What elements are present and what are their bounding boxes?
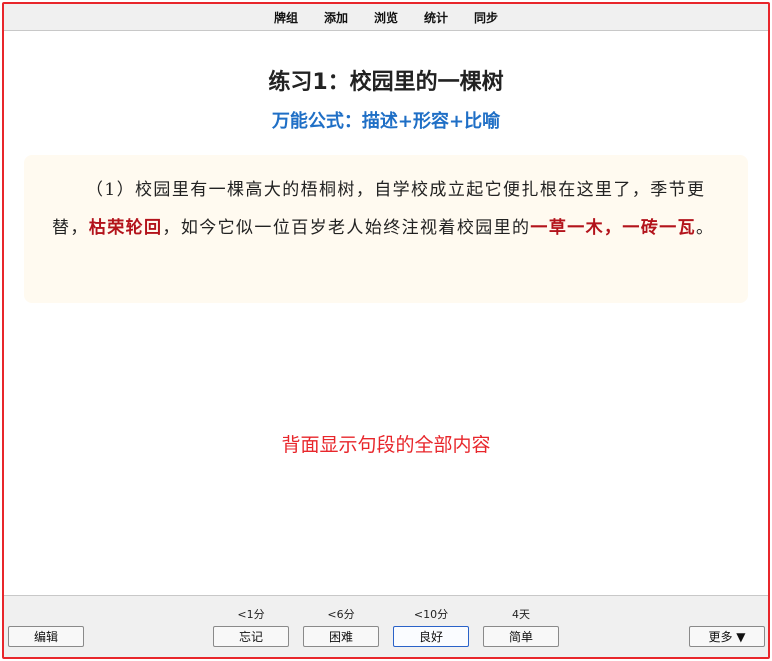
hard-button[interactable]: 困难 bbox=[303, 626, 379, 647]
passage-text: （1）校园里有一棵高大的梧桐树，自学校成立起它便扎根在这里了，季节更替，枯荣轮回… bbox=[52, 171, 720, 247]
more-button[interactable]: 更多 ▼ bbox=[689, 626, 765, 647]
passage-box: （1）校园里有一棵高大的梧桐树，自学校成立起它便扎根在这里了，季节更替，枯荣轮回… bbox=[24, 155, 748, 303]
interval-again: <1分 bbox=[237, 608, 265, 621]
passage-part-2: ，如今它似一位百岁老人始终注视着校园里的 bbox=[162, 218, 531, 238]
good-button[interactable]: 良好 bbox=[393, 626, 469, 647]
passage-highlight-2: 一草一木，一砖一瓦 bbox=[530, 218, 697, 238]
menu-add[interactable]: 添加 bbox=[311, 9, 361, 26]
interval-good: <10分 bbox=[413, 608, 449, 621]
menu-stats[interactable]: 统计 bbox=[411, 9, 461, 26]
menu-browse[interactable]: 浏览 bbox=[361, 9, 411, 26]
interval-easy: 4天 bbox=[512, 608, 530, 621]
interval-hard: <6分 bbox=[327, 608, 355, 621]
bottom-bar: 编辑 <1分 忘记 <6分 困难 <10分 良好 4天 简单 更多 ▼ bbox=[4, 595, 768, 657]
passage-part-3: 。 bbox=[696, 218, 715, 238]
menu-decks[interactable]: 牌组 bbox=[261, 9, 311, 26]
card-title: 练习1：校园里的一棵树 bbox=[268, 70, 504, 95]
passage-highlight-1: 枯荣轮回 bbox=[88, 218, 163, 238]
top-menu-bar: 牌组 添加 浏览 统计 同步 bbox=[4, 4, 768, 31]
easy-button[interactable]: 简单 bbox=[483, 626, 559, 647]
back-side-note: 背面显示句段的全部内容 bbox=[281, 434, 491, 456]
menu-sync[interactable]: 同步 bbox=[461, 9, 511, 26]
edit-button[interactable]: 编辑 bbox=[8, 626, 84, 647]
card-content: 练习1：校园里的一棵树 万能公式：描述+形容+比喻 （1）校园里有一棵高大的梧桐… bbox=[4, 31, 768, 594]
again-button[interactable]: 忘记 bbox=[213, 626, 289, 647]
card-subtitle: 万能公式：描述+形容+比喻 bbox=[271, 111, 501, 132]
